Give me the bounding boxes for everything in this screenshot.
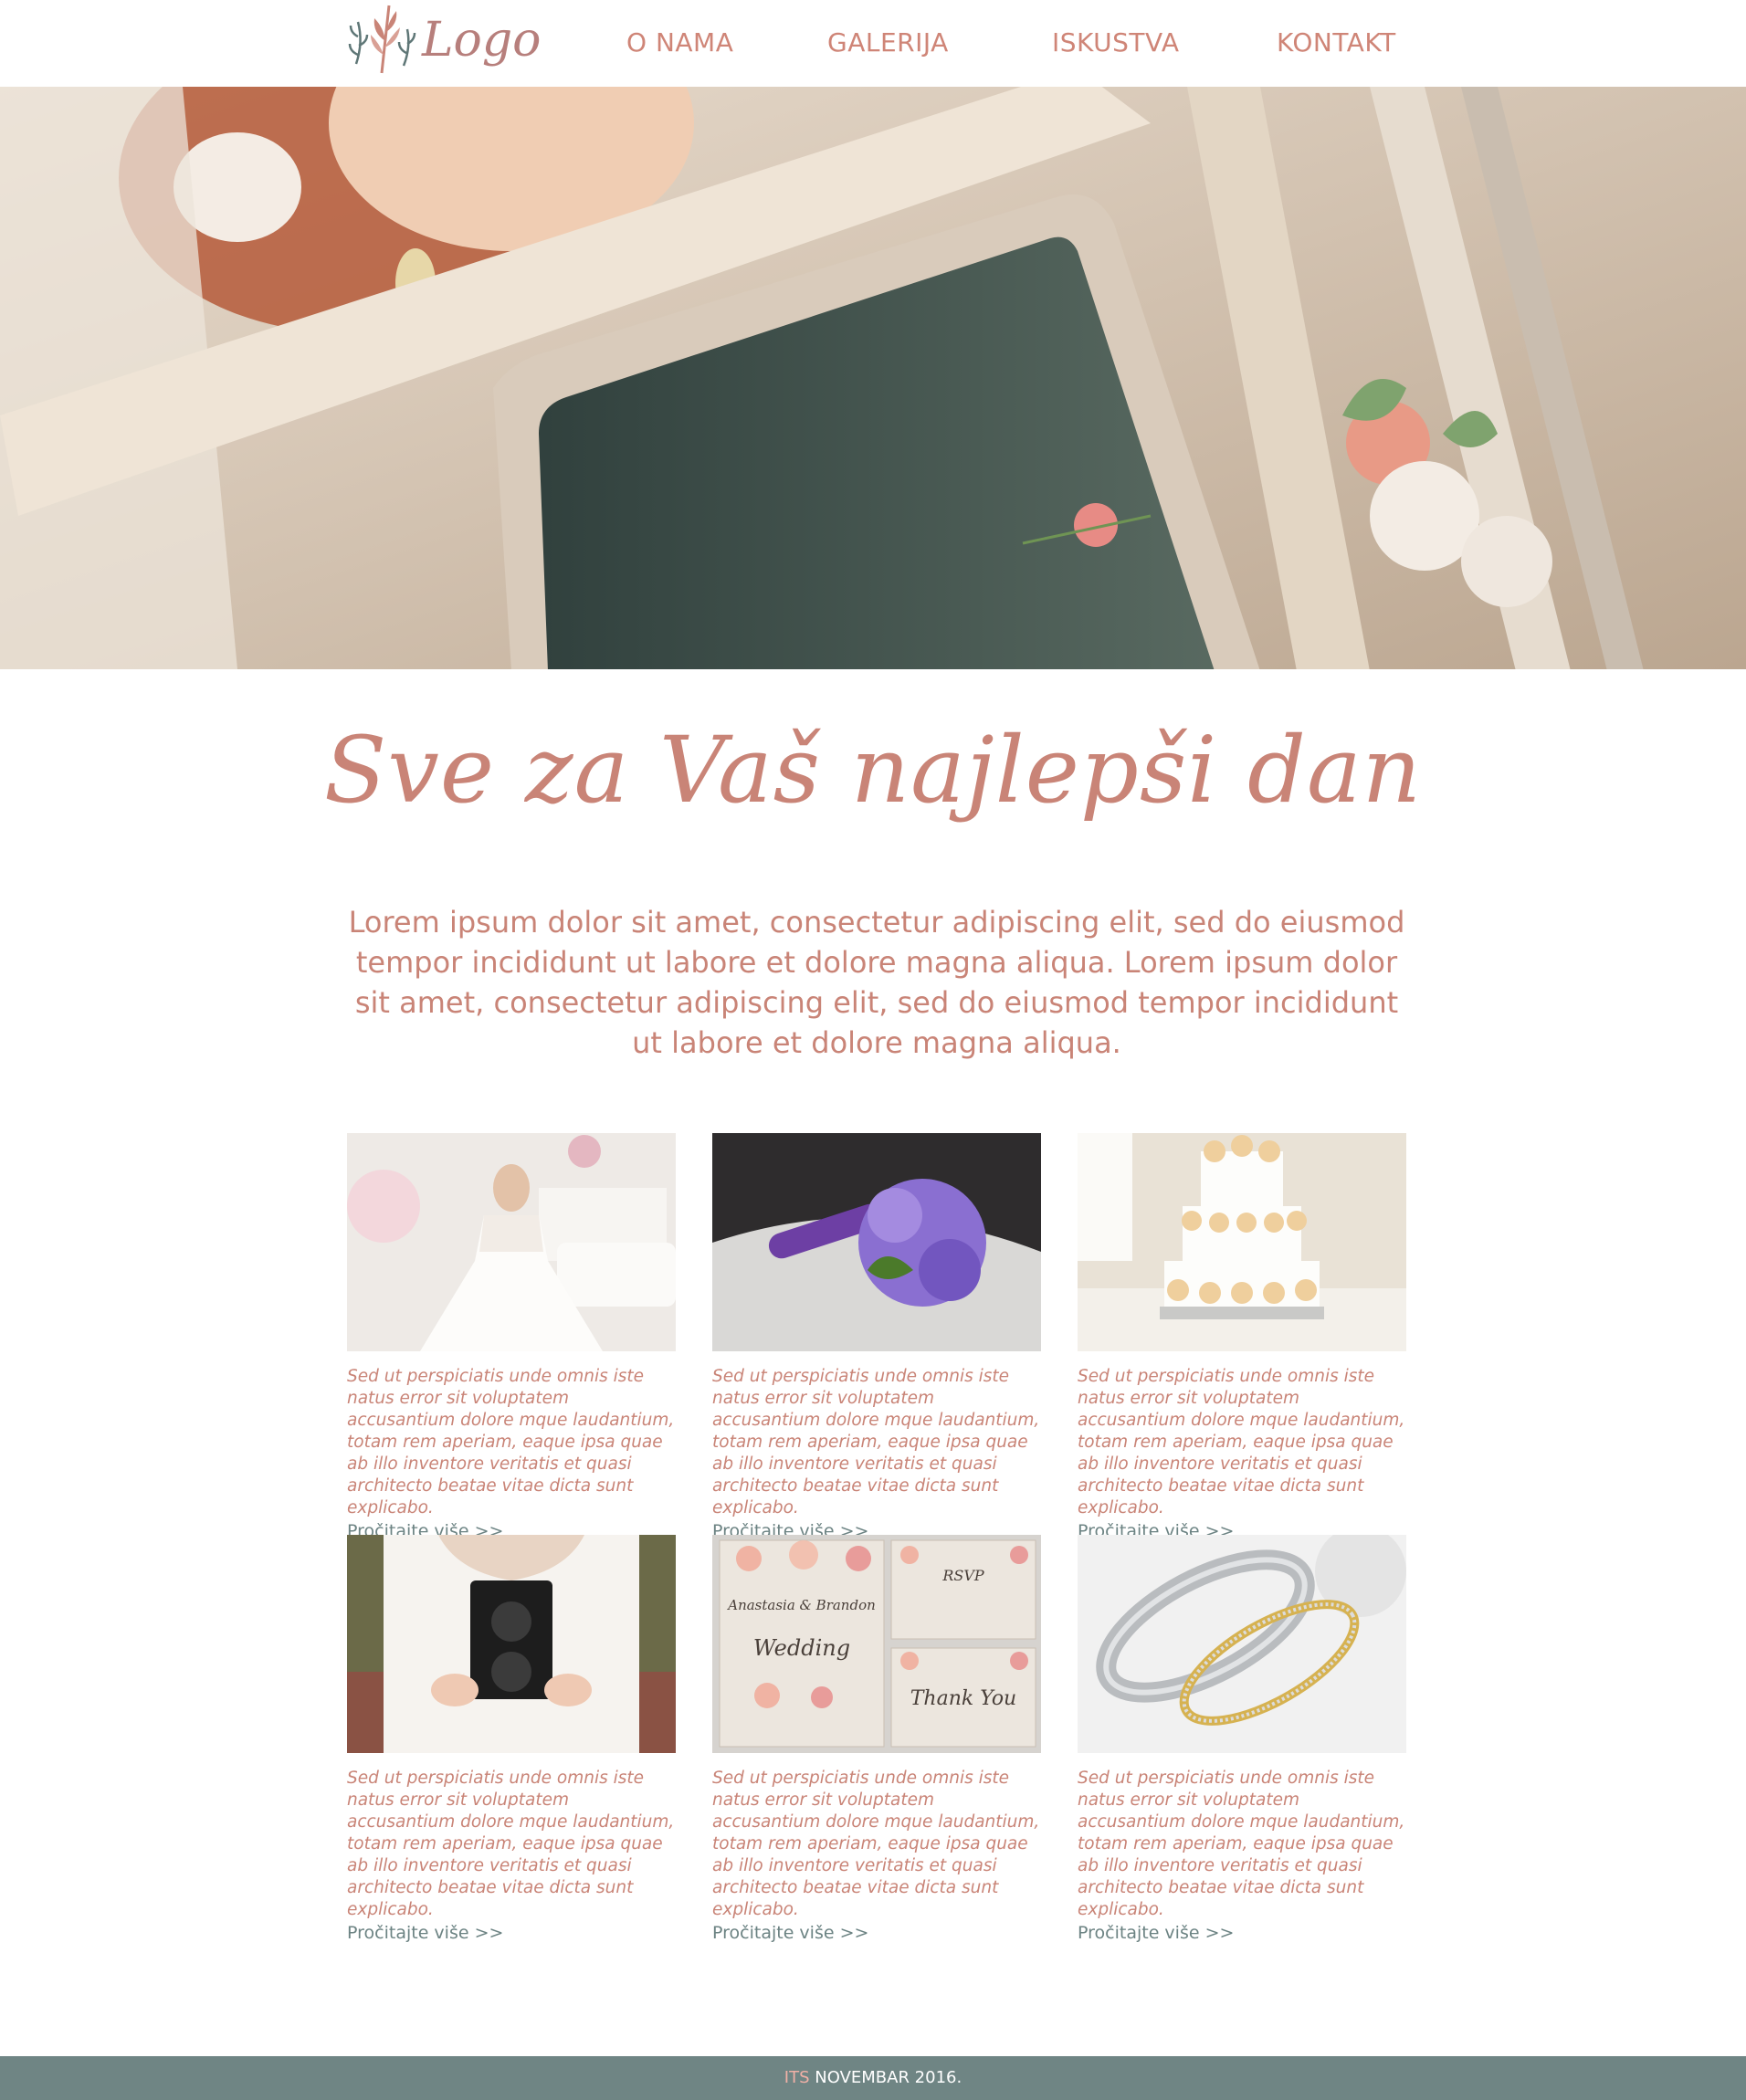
card-description: Sed ut perspiciatis unde omnis iste natu… [347,1769,675,1919]
feature-card: Sed ut perspiciatis unde omnis iste natu… [347,1133,676,1542]
invitation-word: Wedding [753,1635,850,1661]
intro-text: Lorem ipsum dolor sit amet, consectetur … [348,905,1405,1060]
invitation-names: Anastasia & Brandon [726,1597,876,1613]
wedding-cake-image[interactable] [1078,1133,1406,1351]
nav-kontakt[interactable]: KONTAKT [1277,27,1396,58]
page-title: Sve za Vaš najlepši dan [323,717,1423,824]
bride-camera-image[interactable] [347,1535,676,1753]
feature-card: Sed ut perspiciatis unde omnis iste natu… [712,1133,1041,1542]
read-more-link[interactable]: Pročitajte više >> [1078,1922,1234,1944]
card-description: Sed ut perspiciatis unde omnis iste natu… [347,1367,675,1517]
hero-illustration [0,87,1746,669]
card-description: Sed ut perspiciatis unde omnis iste natu… [712,1769,1040,1919]
invitation-rsvp: RSVP [941,1567,984,1584]
read-more-link[interactable]: Pročitajte više >> [712,1922,868,1944]
main-nav: O NAMA GALERIJA ISKUSTVA KONTAKT [0,27,1746,64]
bride-dress-image[interactable] [347,1133,676,1351]
invitation-thank-you: Thank You [910,1687,1016,1710]
site-footer: ITS NOVEMBAR 2016. [0,2056,1746,2100]
hero-image [0,87,1746,669]
feature-card: Sed ut perspiciatis unde omnis iste natu… [347,1535,676,1944]
wedding-invitations-image[interactable]: Anastasia & Brandon Wedding RSVP Thank Y… [712,1535,1041,1753]
card-description: Sed ut perspiciatis unde omnis iste natu… [1078,1769,1405,1919]
nav-galerija[interactable]: GALERIJA [827,27,949,58]
feature-card: Sed ut perspiciatis unde omnis iste natu… [1078,1535,1406,1944]
feature-card: Anastasia & Brandon Wedding RSVP Thank Y… [712,1535,1041,1944]
wedding-rings-image[interactable] [1078,1535,1406,1753]
card-description: Sed ut perspiciatis unde omnis iste natu… [1078,1367,1405,1517]
footer-date: NOVEMBAR 2016. [815,2068,962,2087]
purple-bouquet-image[interactable] [712,1133,1041,1351]
feature-card: Sed ut perspiciatis unde omnis iste natu… [1078,1133,1406,1542]
read-more-link[interactable]: Pročitajte više >> [347,1922,503,1944]
nav-o-nama[interactable]: O NAMA [626,27,733,58]
card-description: Sed ut perspiciatis unde omnis iste natu… [712,1367,1040,1517]
nav-iskustva[interactable]: ISKUSTVA [1052,27,1180,58]
site-header: Logo O NAMA GALERIJA ISKUSTVA KONTAKT [0,0,1746,87]
footer-its: ITS [784,2068,810,2087]
